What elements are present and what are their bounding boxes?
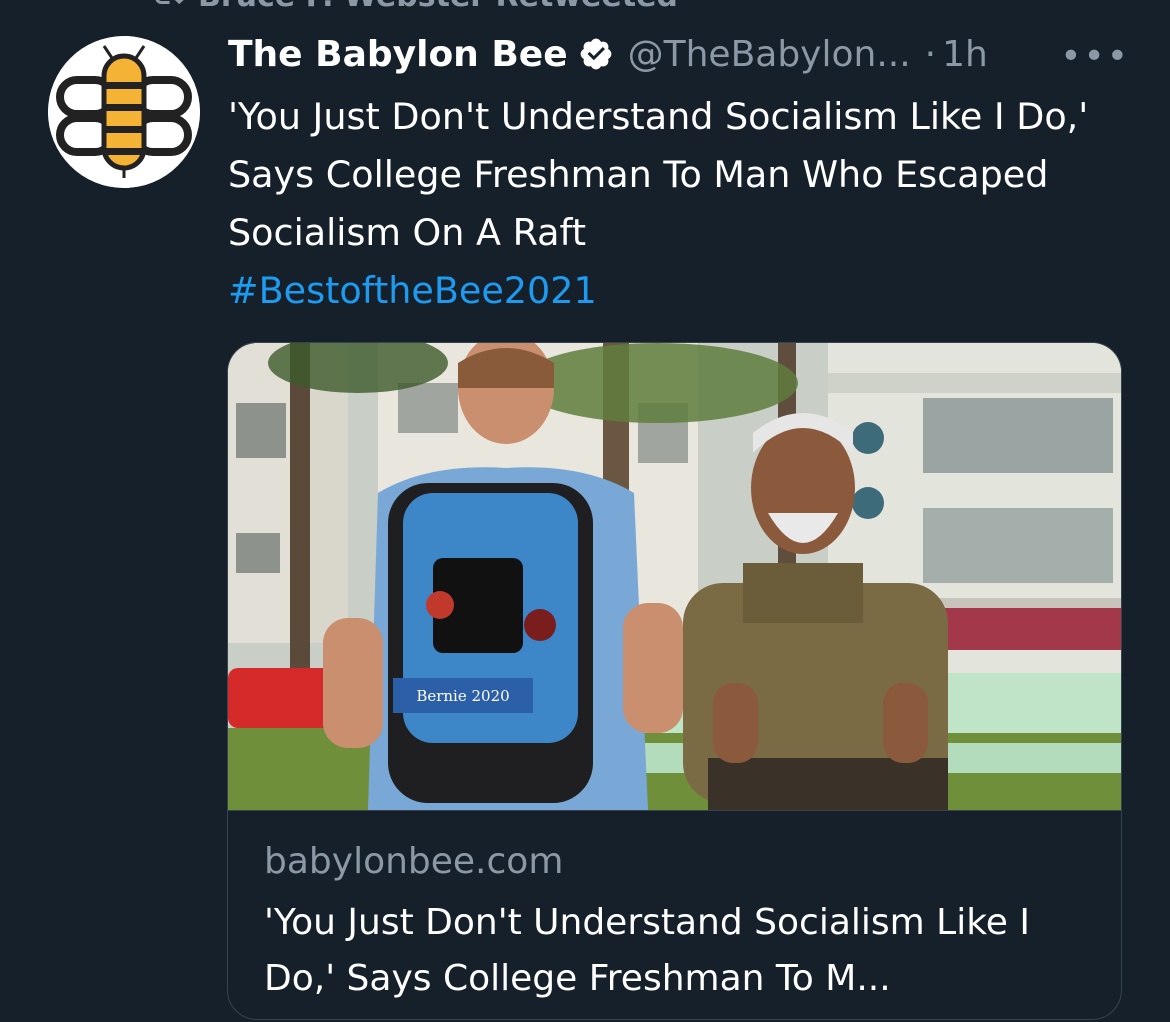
separator-dot: · xyxy=(924,33,937,75)
avatar[interactable] xyxy=(48,36,200,188)
card-title: 'You Just Don't Understand Socialism Lik… xyxy=(264,902,1031,999)
display-name[interactable]: The Babylon Bee xyxy=(228,34,568,75)
timestamp[interactable]: 1h xyxy=(942,34,988,75)
tweet-text: 'You Just Don't Understand Socialism Lik… xyxy=(228,88,1128,320)
card-body[interactable]: babylonbee.com 'You Just Don't Understan… xyxy=(228,810,1121,1019)
retweet-icon xyxy=(150,0,186,18)
babylon-bee-logo-icon xyxy=(48,36,200,188)
retweet-context-label: Bruce P. Webster Retweeted xyxy=(198,0,678,14)
link-preview-card[interactable]: Bernie 2020 babylonbee.com 'You Just Don… xyxy=(227,342,1122,1020)
bernie-patch-text: Bernie 2020 xyxy=(416,687,509,705)
card-image[interactable]: Bernie 2020 xyxy=(228,343,1121,810)
verified-badge-icon xyxy=(580,38,611,70)
user-handle[interactable]: @TheBabylon... xyxy=(628,34,911,75)
hashtag-link[interactable]: #BestoftheBee2021 xyxy=(228,262,1128,320)
card-domain: babylonbee.com xyxy=(264,841,564,882)
tweet-header: The Babylon Bee @TheBabylon... · 1h ••• xyxy=(228,28,1130,80)
more-options-icon[interactable]: ••• xyxy=(1060,36,1130,77)
retweet-context[interactable]: Bruce P. Webster Retweeted xyxy=(150,0,678,18)
tweet-body: 'You Just Don't Understand Socialism Lik… xyxy=(228,95,1089,254)
tweet-timeline: Bruce P. Webster Retweeted The Babylon B… xyxy=(0,0,1170,1022)
